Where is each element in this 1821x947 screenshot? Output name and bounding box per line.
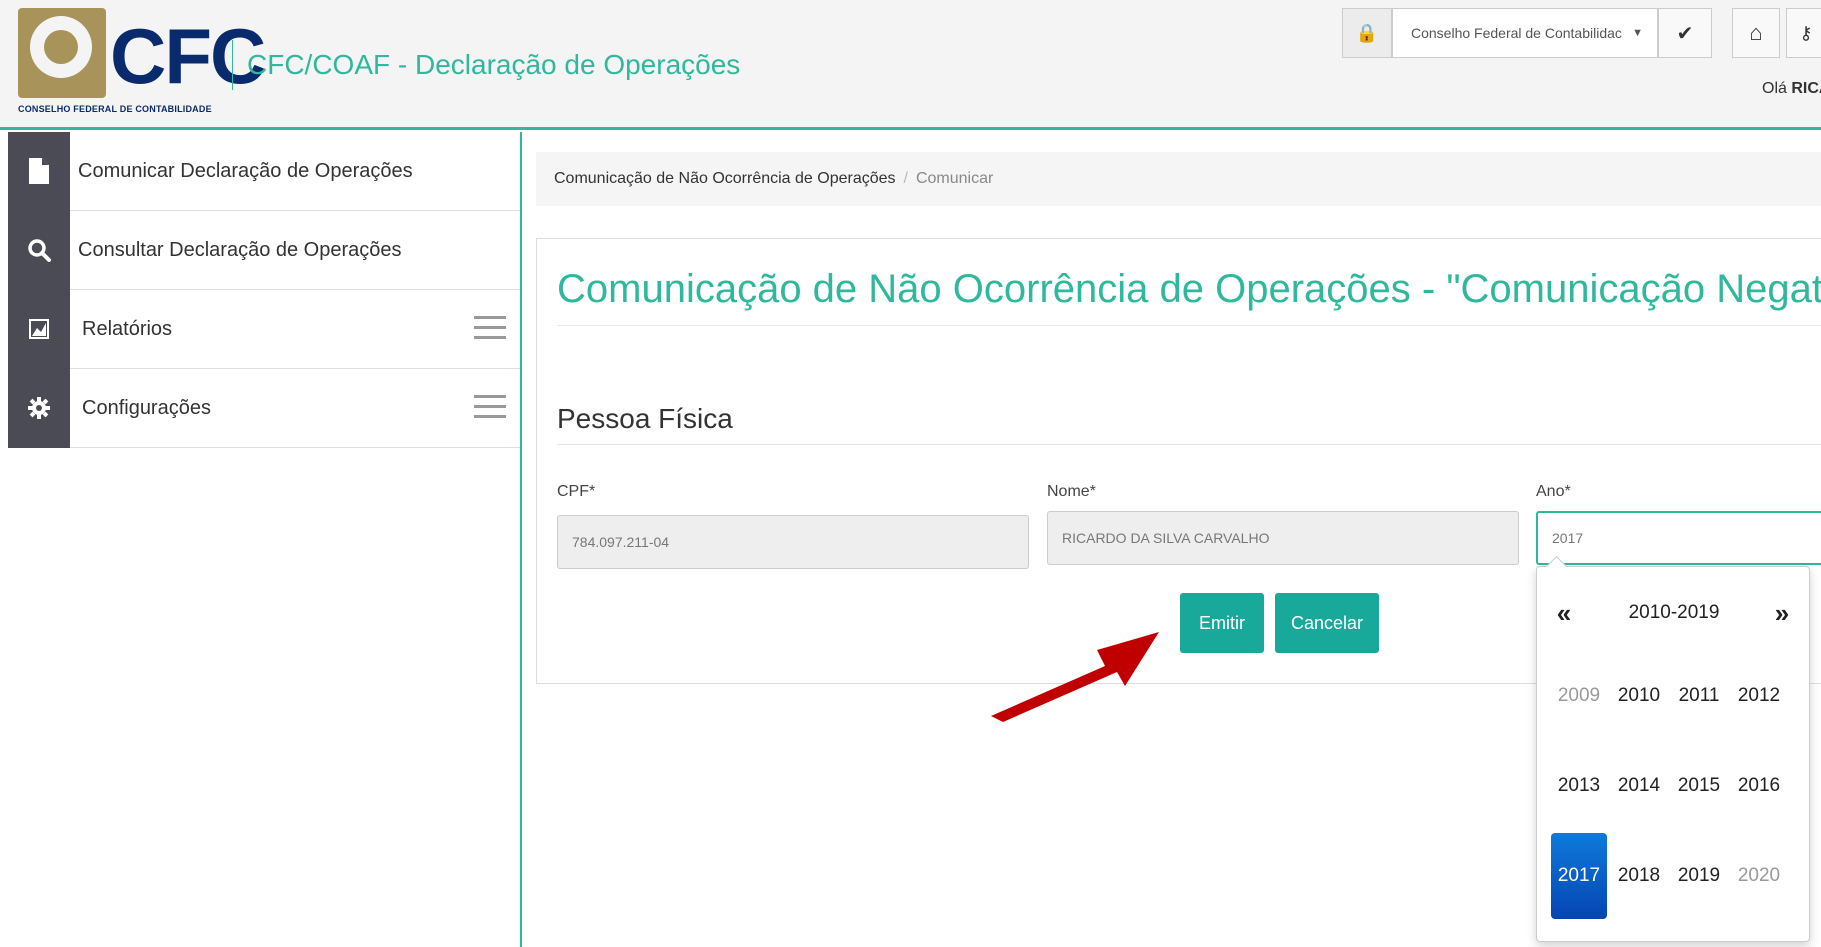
- section-title: Pessoa Física: [557, 403, 733, 434]
- emitir-button[interactable]: Emitir: [1180, 593, 1264, 653]
- sidebar-item-relatorios[interactable]: Relatórios: [8, 289, 520, 369]
- year-2016[interactable]: 2016: [1731, 743, 1787, 829]
- greeting-prefix: Olá: [1762, 80, 1787, 97]
- logo-subtitle: CONSELHO FEDERAL DE CONTABILIDADE: [18, 104, 212, 114]
- breadcrumb-separator: /: [903, 170, 908, 187]
- search-icon: [8, 210, 70, 290]
- year-2009[interactable]: 2009: [1551, 653, 1607, 739]
- key-icon: ⚷: [1799, 22, 1813, 43]
- organization-select-value: Conselho Federal de Contabilidac: [1411, 25, 1622, 41]
- caret-down-icon: ▼: [1632, 27, 1643, 39]
- breadcrumb: Comunicação de Não Ocorrência de Operaçõ…: [536, 152, 1821, 206]
- cpf-field: 784.097.211-04: [557, 515, 1029, 569]
- sidebar-item-consultar[interactable]: Consultar Declaração de Operações: [8, 210, 520, 290]
- section-divider: [557, 444, 1821, 445]
- sidebar-item-configuracoes[interactable]: Configurações: [8, 368, 520, 448]
- previous-decade-button[interactable]: «: [1547, 593, 1581, 633]
- organization-select[interactable]: Conselho Federal de Contabilidac ▼: [1392, 8, 1658, 58]
- year-2015[interactable]: 2015: [1671, 743, 1727, 829]
- nome-field: RICARDO DA SILVA CARVALHO: [1047, 511, 1519, 565]
- year-2012[interactable]: 2012: [1731, 653, 1787, 739]
- chart-icon: [8, 289, 70, 369]
- red-arrow-annotation: [991, 632, 1159, 722]
- year-2014[interactable]: 2014: [1611, 743, 1667, 829]
- cpf-label: CPF*: [557, 483, 596, 500]
- confirm-organization-button[interactable]: ✔: [1658, 8, 1712, 58]
- sidebar: Comunicar Declaração de Operações Consul…: [8, 131, 522, 947]
- user-greeting: Olá RICA: [1762, 80, 1821, 98]
- breadcrumb-parent[interactable]: Comunicação de Não Ocorrência de Operaçõ…: [554, 170, 896, 187]
- sidebar-item-label: Configurações: [82, 396, 211, 419]
- menu-icon[interactable]: [474, 316, 506, 340]
- nome-label: Nome*: [1047, 483, 1096, 500]
- check-icon: ✔: [1676, 22, 1694, 45]
- key-button[interactable]: ⚷: [1786, 8, 1821, 58]
- home-button[interactable]: ⌂: [1732, 8, 1780, 58]
- title-divider: [557, 325, 1821, 326]
- lock-icon: 🔒: [1342, 8, 1392, 58]
- year-2019[interactable]: 2019: [1671, 833, 1727, 919]
- year-datepicker: « 2010-2019 » 2009 2010 2011 2012 2013 2…: [1536, 566, 1810, 942]
- cancelar-button[interactable]: Cancelar: [1275, 593, 1379, 653]
- cfc-emblem-icon: [18, 8, 106, 98]
- ano-input[interactable]: 2017: [1536, 511, 1821, 565]
- app-title: CFC/COAF - Declaração de Operações: [232, 40, 740, 90]
- file-icon: [8, 131, 70, 211]
- menu-icon[interactable]: [474, 395, 506, 419]
- cfc-logo: CFC CONSELHO FEDERAL DE CONTABILIDADE: [18, 8, 266, 120]
- year-2018[interactable]: 2018: [1611, 833, 1667, 919]
- home-icon: ⌂: [1749, 20, 1763, 45]
- year-2013[interactable]: 2013: [1551, 743, 1607, 829]
- sidebar-item-comunicar[interactable]: Comunicar Declaração de Operações: [8, 131, 520, 211]
- greeting-name: RICA: [1791, 80, 1821, 97]
- app-header: CFC CONSELHO FEDERAL DE CONTABILIDADE CF…: [0, 0, 1821, 130]
- decade-range[interactable]: 2010-2019: [1607, 593, 1741, 633]
- page-title: Comunicação de Não Ocorrência de Operaçõ…: [557, 267, 1821, 311]
- ano-label: Ano*: [1536, 483, 1571, 500]
- breadcrumb-current: Comunicar: [915, 170, 994, 187]
- year-2020[interactable]: 2020: [1731, 833, 1787, 919]
- year-2017-selected[interactable]: 2017: [1551, 833, 1607, 919]
- year-2011[interactable]: 2011: [1671, 653, 1727, 739]
- next-decade-button[interactable]: »: [1765, 593, 1799, 633]
- sidebar-item-label: Consultar Declaração de Operações: [78, 238, 402, 261]
- year-2010[interactable]: 2010: [1611, 653, 1667, 739]
- sidebar-item-label: Comunicar Declaração de Operações: [78, 159, 413, 182]
- gear-icon: [8, 368, 70, 448]
- sidebar-item-label: Relatórios: [82, 317, 173, 340]
